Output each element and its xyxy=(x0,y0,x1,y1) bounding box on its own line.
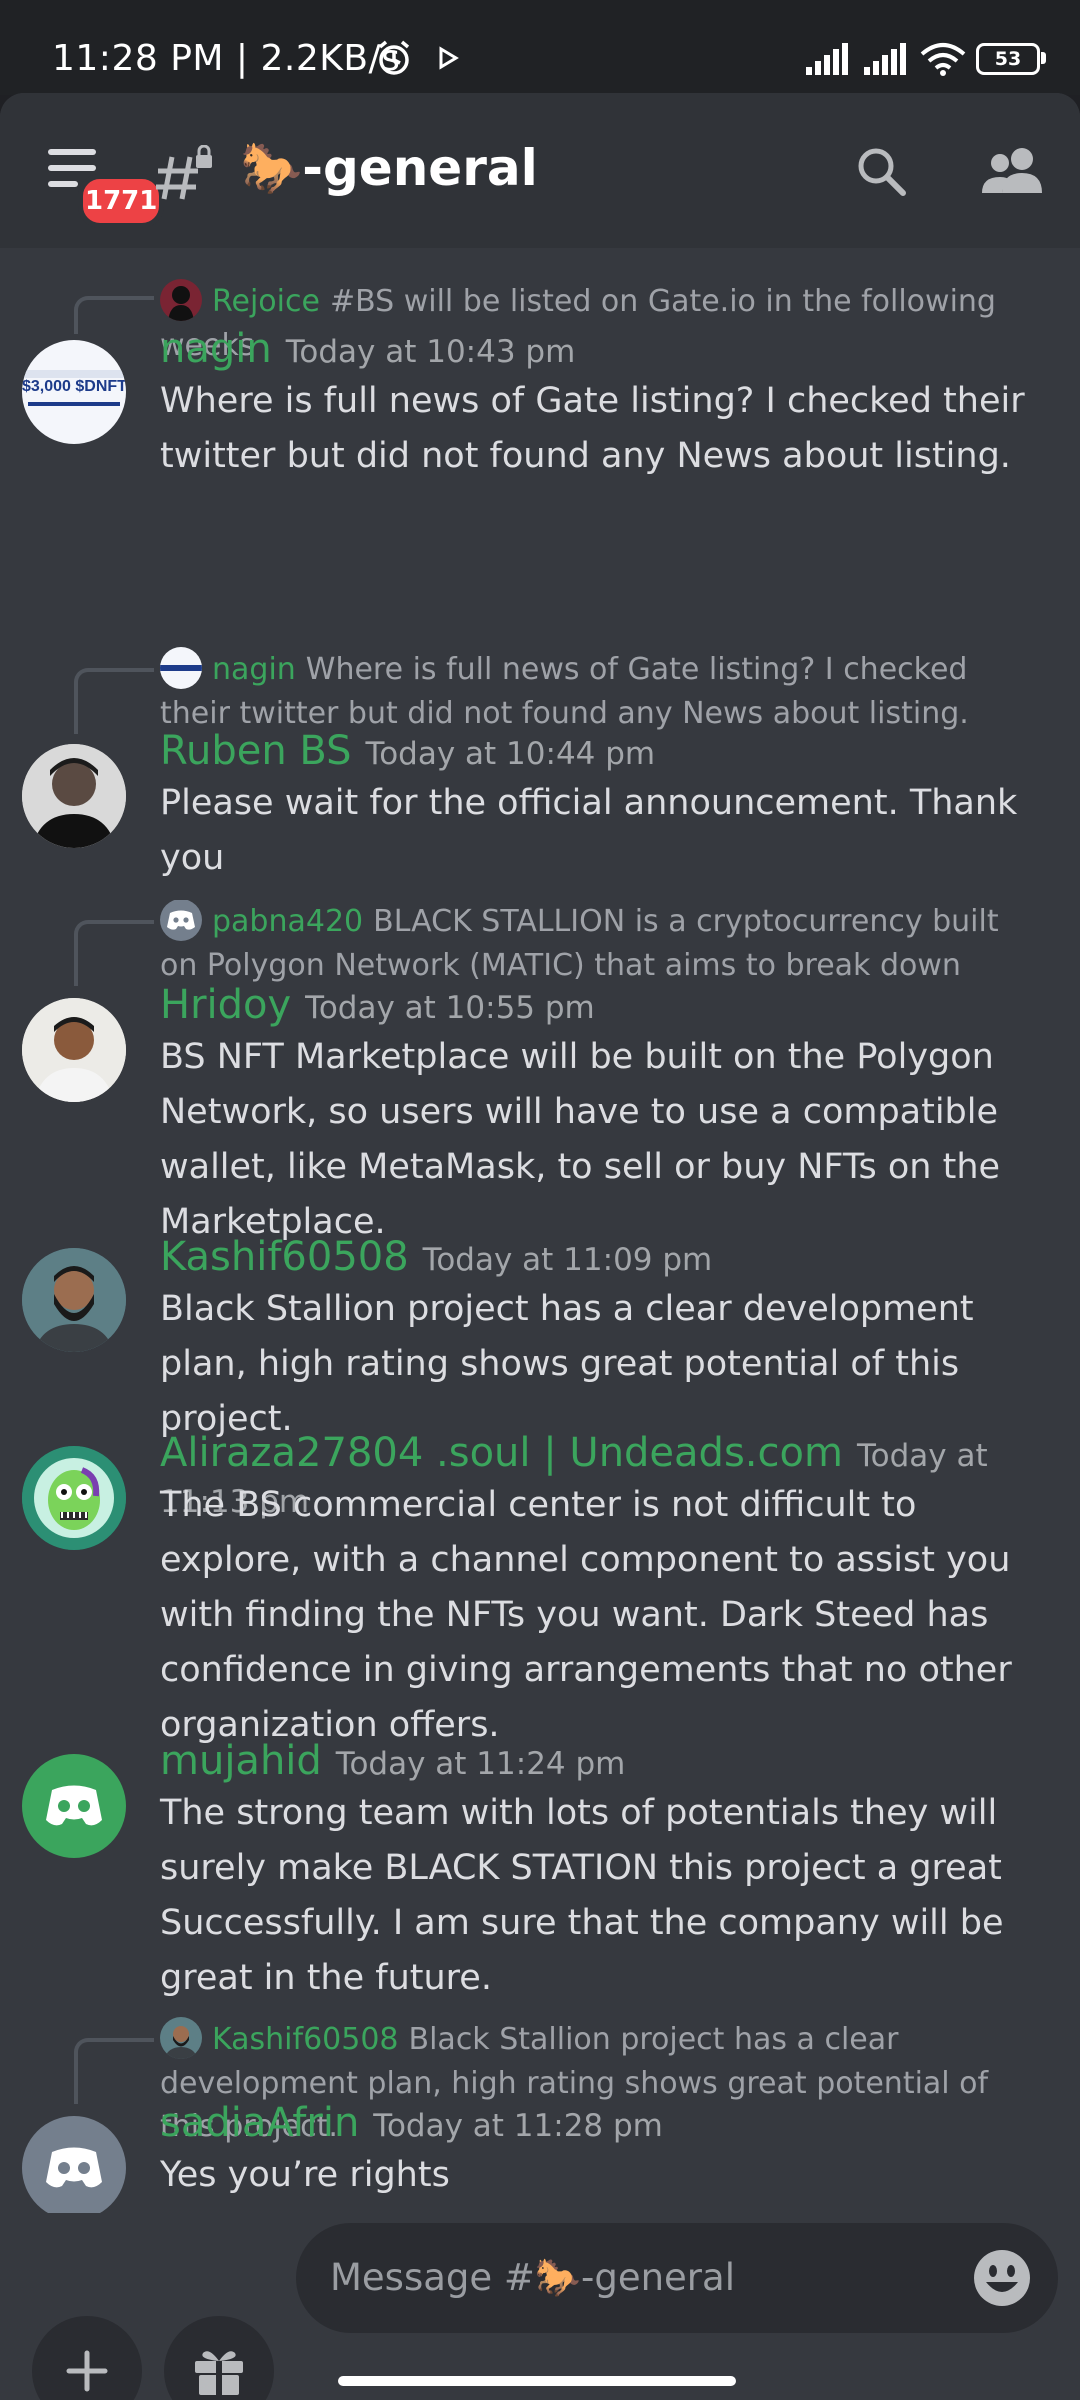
reply-connector xyxy=(74,2038,154,2104)
avatar[interactable] xyxy=(22,2116,126,2220)
smiley-emoji-icon xyxy=(974,2250,1030,2306)
message-timestamp: Today at 10:44 pm xyxy=(365,736,656,772)
message-author[interactable]: Kashif60508 Today at 11:09 pm xyxy=(160,1234,712,1280)
unread-badge: 1771 xyxy=(78,174,165,228)
reply-author[interactable]: nagin xyxy=(212,652,296,687)
reply-preview[interactable]: nagin Where is full news of Gate listing?… xyxy=(160,646,1040,735)
author-name[interactable]: mujahid xyxy=(160,1738,322,1784)
message-timestamp: Today at 10:55 pm xyxy=(305,990,595,1026)
members-button[interactable] xyxy=(982,145,1044,201)
author-name[interactable]: Ruben BS xyxy=(160,728,352,774)
message-input-placeholder: Message #🐎-general xyxy=(330,2256,735,2299)
channel-header: 1771 🐎-general xyxy=(0,93,1080,248)
signal-icon xyxy=(806,43,848,75)
avatar xyxy=(160,278,202,321)
author-name[interactable]: Hridoy xyxy=(160,982,291,1028)
discord-default-avatar-icon xyxy=(46,2147,102,2188)
status-bar: 11:28 PM | 2.2KB/s 53 xyxy=(0,0,1080,95)
plus-icon xyxy=(66,2350,108,2392)
avatar[interactable] xyxy=(22,1446,126,1550)
message-author[interactable]: mujahid Today at 11:24 pm xyxy=(160,1738,625,1784)
reply-author[interactable]: Rejoice xyxy=(212,284,320,319)
reply-preview[interactable]: pabna420 BLACK STALLION is a cryptocurren… xyxy=(160,900,1040,986)
gift-button[interactable] xyxy=(164,2316,274,2400)
avatar[interactable] xyxy=(22,998,126,1102)
members-icon xyxy=(982,148,1042,193)
message-timestamp: Today at 11:09 pm xyxy=(422,1242,713,1278)
gift-icon xyxy=(195,2351,243,2395)
message-timestamp: Today at 11:24 pm xyxy=(335,1746,626,1782)
avatar xyxy=(160,2016,202,2059)
add-attachment-button[interactable] xyxy=(32,2316,142,2400)
menu-icon-line xyxy=(48,181,78,187)
avatar xyxy=(160,900,202,941)
message-text: Where is full news of Gate listing? I ch… xyxy=(160,381,1025,476)
search-icon xyxy=(858,148,906,196)
avatar[interactable]: $3,000 $DNFT xyxy=(22,340,126,444)
locked-channel-icon xyxy=(156,144,218,205)
discord-app: 1771 🐎-general Rejoice #BS will be listed… xyxy=(0,93,1080,2400)
message-input[interactable]: Message #🐎-general xyxy=(296,2223,1058,2333)
status-icons: 53 xyxy=(804,42,1046,76)
message-author[interactable]: Ruben BS Today at 10:44 pm xyxy=(160,728,655,774)
avatar-text: $3,000 $DNFT xyxy=(22,378,126,395)
message-timestamp: Today at 11:28 pm xyxy=(373,2108,663,2144)
message-text: The BS commercial center is not difficul… xyxy=(160,1485,1012,1745)
emoji-button[interactable] xyxy=(972,2248,1032,2317)
message-text: Black Stallion project has a clear devel… xyxy=(160,1289,974,1439)
menu-icon-line xyxy=(48,165,96,171)
media-play-icon xyxy=(436,46,460,74)
signal-icon-2 xyxy=(864,43,906,75)
avatar[interactable] xyxy=(22,1754,126,1858)
author-name[interactable]: Kashif60508 xyxy=(160,1234,409,1280)
avatar xyxy=(160,646,202,689)
author-name[interactable]: Aliraza27804 .soul | Undeads.com xyxy=(160,1430,843,1476)
reply-author[interactable]: pabna420 xyxy=(212,904,363,939)
home-indicator[interactable] xyxy=(338,2376,736,2386)
reply-author[interactable]: Kashif60508 xyxy=(212,2022,399,2057)
message-author[interactable]: Hridoy Today at 10:55 pm xyxy=(160,982,595,1028)
message-text: Please wait for the official announcemen… xyxy=(160,783,1018,878)
message-text: BS NFT Marketplace will be built on the … xyxy=(160,1037,1001,1242)
wifi-icon xyxy=(920,43,966,76)
author-name[interactable]: sadiaAfrin xyxy=(160,2100,359,2146)
message-author[interactable]: sadiaAfrin Today at 11:28 pm xyxy=(160,2100,663,2146)
discord-default-avatar-icon xyxy=(46,1785,102,1826)
reply-connector xyxy=(74,668,154,734)
author-name[interactable]: nagin xyxy=(160,326,272,372)
avatar[interactable] xyxy=(22,744,126,848)
alarm-icon xyxy=(374,38,414,82)
reply-connector xyxy=(74,296,154,334)
message-author[interactable]: nagin Today at 10:43 pm xyxy=(160,326,575,372)
message-text: Yes you’re rights xyxy=(160,2155,450,2195)
reply-connector xyxy=(74,920,154,986)
battery-indicator: 53 xyxy=(976,43,1046,75)
message-timestamp: Today at 10:43 pm xyxy=(285,334,576,370)
message-text: The strong team with lots of potentials … xyxy=(160,1793,1004,1998)
channel-title: 🐎-general xyxy=(240,139,538,197)
menu-icon xyxy=(48,149,96,155)
search-button[interactable] xyxy=(855,145,907,201)
status-time: 11:28 PM | 2.2KB/s xyxy=(52,38,401,79)
avatar[interactable] xyxy=(22,1248,126,1352)
